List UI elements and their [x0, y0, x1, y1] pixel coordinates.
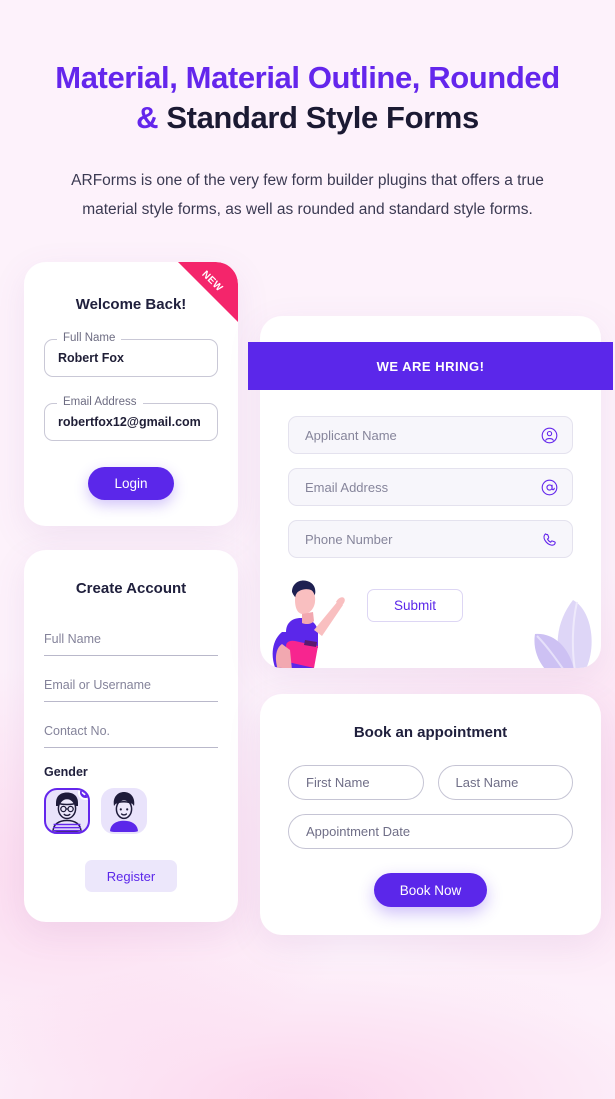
page-subtitle: ARForms is one of the very few form buil… [71, 172, 544, 218]
appointment-date-placeholder: Appointment Date [306, 824, 411, 839]
submit-button[interactable]: Submit [367, 589, 464, 622]
gender-label: Gender [44, 765, 88, 779]
page-header: Material, Material Outline, Rounded & St… [0, 0, 615, 224]
appointment-date-field[interactable]: Appointment Date [288, 814, 573, 849]
appointment-lastname-field[interactable]: Last Name [437, 765, 573, 800]
appointment-card-title: Book an appointment [353, 724, 508, 741]
register-email-field[interactable]: Email or Username [44, 669, 218, 702]
login-fullname-field[interactable]: Full Name Robert Fox [44, 332, 218, 377]
person-pointing-illustration [272, 580, 345, 668]
register-fullname-field[interactable]: Full Name [44, 623, 218, 656]
hiring-footer: Submit [260, 572, 601, 668]
applicant-phone-placeholder: Phone Number [305, 531, 393, 547]
applicant-name-placeholder: Applicant Name [305, 427, 397, 443]
book-now-button[interactable]: Book Now [373, 873, 488, 907]
register-contact-placeholder: Contact No. [44, 724, 111, 738]
applicant-name-field[interactable]: Applicant Name [288, 416, 573, 454]
login-fullname-value: Robert Fox [58, 351, 124, 365]
applicant-email-placeholder: Email Address [305, 479, 389, 495]
login-email-label: Email Address [57, 396, 143, 408]
login-email-field[interactable]: Email Address robertfox12@gmail.com [44, 396, 218, 441]
banner-body: WE ARE HRING! [248, 342, 613, 390]
user-circle-icon [540, 426, 558, 444]
hiring-fields: Applicant Name Email Address Phone Numbe… [260, 416, 601, 558]
login-email-value: robertfox12@gmail.com [58, 415, 201, 429]
applicant-email-field[interactable]: Email Address [288, 468, 573, 506]
login-fullname-label: Full Name [57, 332, 122, 344]
register-contact-field[interactable]: Contact No. [44, 715, 218, 748]
left-column: NEW Welcome Back! Full Name Robert Fox E… [24, 262, 238, 922]
register-card-title: Create Account [75, 580, 187, 597]
login-card: NEW Welcome Back! Full Name Robert Fox E… [24, 262, 238, 526]
applicant-phone-field[interactable]: Phone Number [288, 520, 573, 558]
gender-options [44, 788, 218, 834]
appointment-name-row: First Name Last Name [288, 765, 573, 800]
page-title: Material, Material Outline, Rounded & St… [0, 58, 615, 138]
gender-option-male[interactable] [44, 788, 90, 834]
login-card-title: Welcome Back! [75, 296, 187, 313]
register-fullname-placeholder: Full Name [44, 632, 101, 646]
login-button[interactable]: Login [88, 467, 174, 500]
new-ribbon: NEW [178, 262, 238, 322]
gender-option-female[interactable] [101, 788, 147, 834]
hiring-banner: WE ARE HRING! [248, 342, 613, 390]
page-title-rest: Standard Style Forms [158, 100, 479, 135]
appointment-firstname-field[interactable]: First Name [288, 765, 424, 800]
check-icon [78, 790, 88, 800]
at-circle-icon [540, 478, 558, 496]
hiring-banner-title: WE ARE HRING! [376, 358, 485, 374]
forms-layout: NEW Welcome Back! Full Name Robert Fox E… [0, 262, 615, 935]
leaves-decoration [534, 600, 592, 668]
right-column: WE ARE HRING! Applicant Name Email Addre… [248, 262, 613, 935]
register-button[interactable]: Register [84, 860, 178, 892]
hiring-card-top [260, 316, 601, 342]
female-avatar-icon [110, 792, 138, 832]
register-email-placeholder: Email or Username [44, 678, 151, 692]
register-card: Create Account Full Name Email or Userna… [24, 550, 238, 922]
appointment-lastname-placeholder: Last Name [455, 775, 519, 790]
phone-icon [540, 530, 558, 548]
appointment-firstname-placeholder: First Name [306, 775, 370, 790]
appointment-card: Book an appointment First Name Last Name… [260, 694, 601, 935]
hiring-card: WE ARE HRING! Applicant Name Email Addre… [248, 316, 613, 668]
